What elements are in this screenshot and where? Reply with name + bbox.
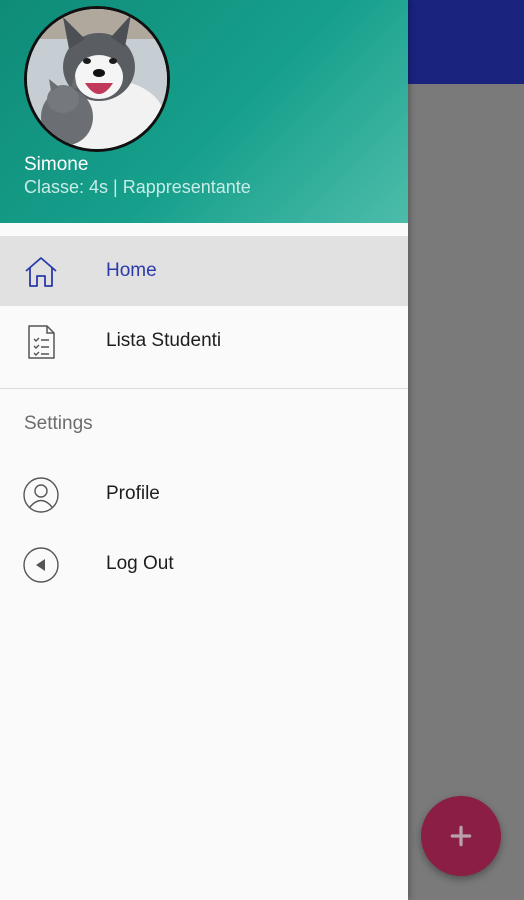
menu-item-label: Log Out bbox=[106, 553, 174, 574]
plus-icon bbox=[450, 825, 472, 847]
settings-section-title: Settings bbox=[24, 413, 93, 434]
user-class-role: Classe: 4s | Rappresentante bbox=[24, 177, 251, 197]
navigation-drawer: Simone Classe: 4s | Rappresentante Home … bbox=[0, 0, 408, 900]
add-fab-button[interactable] bbox=[421, 796, 501, 876]
menu-item-label: Lista Studenti bbox=[106, 330, 222, 351]
menu-item-label: Profile bbox=[106, 483, 160, 504]
home-icon bbox=[22, 253, 60, 291]
menu-item-home[interactable]: Home bbox=[0, 236, 408, 306]
back-circle-icon bbox=[22, 546, 60, 584]
drawer-header: Simone Classe: 4s | Rappresentante bbox=[0, 0, 408, 223]
menu-item-lista-studenti[interactable]: Lista Studenti bbox=[0, 306, 408, 376]
user-name: Simone bbox=[24, 154, 89, 175]
menu-item-label: Home bbox=[106, 260, 157, 281]
menu-item-profile[interactable]: Profile bbox=[0, 459, 408, 529]
document-list-icon bbox=[22, 323, 60, 361]
dog-avatar[interactable] bbox=[24, 6, 170, 152]
user-circle-icon bbox=[22, 476, 60, 514]
drawer-menu: Home Lista Studenti Settings Profile Log… bbox=[0, 236, 408, 599]
menu-item-log-out[interactable]: Log Out bbox=[0, 529, 408, 599]
dog-avatar-icon bbox=[27, 9, 167, 149]
